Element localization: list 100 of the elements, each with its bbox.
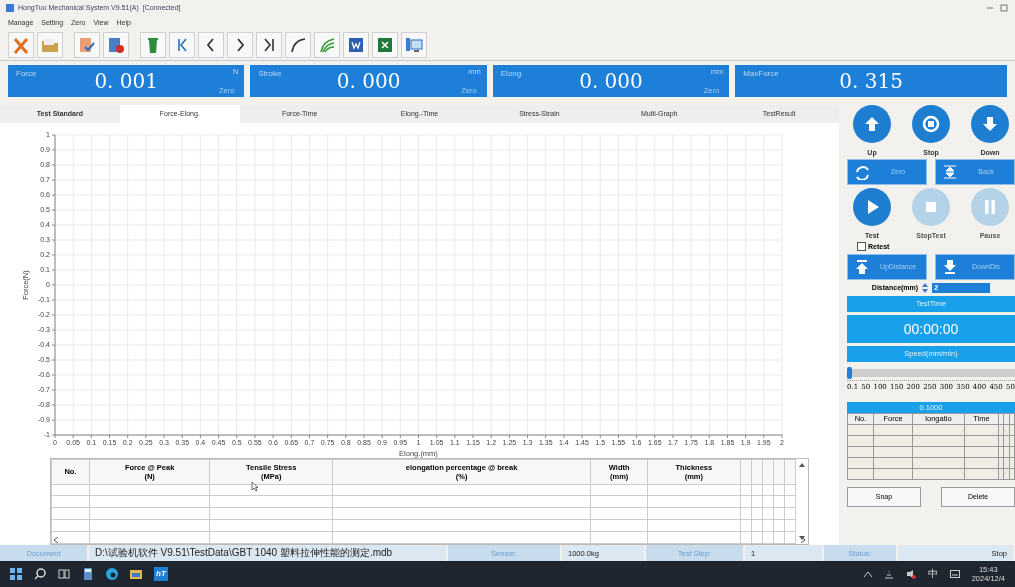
table-cell xyxy=(740,519,752,532)
table-cell xyxy=(847,446,874,457)
table-cell xyxy=(773,519,785,532)
table-cell xyxy=(912,457,965,468)
table-cell xyxy=(912,435,965,446)
table-cell xyxy=(51,496,90,508)
table-cell xyxy=(847,468,874,479)
timer-display: 00:00:00 xyxy=(847,314,1015,343)
table-cell xyxy=(51,507,90,520)
task-view-icon[interactable] xyxy=(58,568,70,581)
table-cell xyxy=(784,531,796,544)
table-cell xyxy=(751,519,763,532)
input-method-indicator[interactable]: 中 xyxy=(927,567,938,582)
app-icon xyxy=(6,3,14,12)
browser-icon[interactable] xyxy=(106,568,118,581)
table-cell xyxy=(873,424,913,435)
table-cell xyxy=(773,484,785,496)
table-cell xyxy=(762,507,774,520)
table-cell xyxy=(740,507,752,520)
table-cell xyxy=(751,484,763,496)
network-icon xyxy=(883,569,894,580)
table-cell xyxy=(912,446,965,457)
table-cell xyxy=(773,531,785,544)
table-cell xyxy=(740,531,752,544)
toolbar-button[interactable] xyxy=(256,31,282,58)
table-cell xyxy=(847,424,874,435)
toolbar-button[interactable] xyxy=(285,31,311,58)
app-icon[interactable]: hT xyxy=(154,567,168,582)
table-cell xyxy=(964,424,999,435)
spinner-icon xyxy=(922,282,929,293)
readout-value: 0. 000 xyxy=(336,68,401,93)
table-cell xyxy=(590,484,648,496)
speaker-icon xyxy=(905,569,916,580)
toolbar-button[interactable] xyxy=(227,31,253,58)
table-cell xyxy=(590,507,648,520)
table-cell xyxy=(751,531,763,544)
arrow-up-bar-icon xyxy=(854,258,870,275)
readout-label: Elong. xyxy=(500,68,524,78)
toolbar-button[interactable] xyxy=(103,31,129,58)
scroll-up-icon xyxy=(799,461,805,467)
column-header xyxy=(751,459,763,485)
toolbar-button[interactable] xyxy=(198,31,224,58)
table-cell xyxy=(590,496,648,508)
cursor-icon xyxy=(251,480,259,492)
table-cell xyxy=(784,507,796,520)
table-cell xyxy=(784,519,796,532)
collapse-icon xyxy=(942,163,958,180)
readout-value: 0. 001 xyxy=(94,68,158,93)
table-cell xyxy=(873,435,913,446)
table-cell xyxy=(590,519,648,532)
table-cell xyxy=(873,446,913,457)
scroll-left-icon xyxy=(53,537,59,544)
calculator-icon[interactable] xyxy=(82,568,94,581)
refresh-icon xyxy=(854,163,870,180)
table-cell xyxy=(740,484,752,496)
table-cell xyxy=(751,496,763,508)
toolbar-button[interactable] xyxy=(372,31,398,58)
column-header xyxy=(784,459,796,485)
table-cell xyxy=(762,531,774,544)
table-cell xyxy=(847,457,874,468)
table-cell xyxy=(964,468,999,479)
keyboard-icon xyxy=(949,569,960,580)
table-cell xyxy=(964,446,999,457)
folder-icon[interactable] xyxy=(130,568,142,581)
table-cell xyxy=(762,519,774,532)
readout-value: 0. 000 xyxy=(579,68,643,93)
table-cell xyxy=(773,507,785,520)
windows-icon[interactable] xyxy=(10,568,22,581)
table-cell xyxy=(784,484,796,496)
caret-up-icon xyxy=(863,571,872,578)
column-header xyxy=(773,459,785,485)
speed-slider[interactable] xyxy=(847,368,1015,377)
table-cell xyxy=(740,496,752,508)
table-cell xyxy=(784,496,796,508)
search-icon[interactable] xyxy=(34,568,46,581)
column-header xyxy=(762,459,774,485)
arrow-down-bar-icon xyxy=(942,258,958,275)
table-cell xyxy=(590,531,648,544)
table-cell xyxy=(762,496,774,508)
checkbox[interactable] xyxy=(857,241,866,251)
table-cell xyxy=(773,496,785,508)
table-cell xyxy=(51,519,90,532)
readout-label: Force xyxy=(16,68,37,78)
table-cell xyxy=(964,457,999,468)
readout-value: 0. 315 xyxy=(839,68,903,93)
table-cell xyxy=(51,484,90,496)
table-cell xyxy=(762,484,774,496)
readout-label: Stroke xyxy=(258,68,282,78)
table-cell xyxy=(847,435,874,446)
readout-label: MaxForce xyxy=(743,68,779,78)
table-cell xyxy=(912,468,965,479)
table-cell xyxy=(873,468,913,479)
restore-icon xyxy=(999,2,1009,13)
table-cell xyxy=(912,424,965,435)
column-header xyxy=(740,459,752,485)
toolbar-button[interactable] xyxy=(343,31,369,58)
table-cell xyxy=(51,531,90,544)
table-cell xyxy=(873,457,913,468)
slider-thumb[interactable] xyxy=(847,366,852,379)
table-cell xyxy=(964,435,999,446)
